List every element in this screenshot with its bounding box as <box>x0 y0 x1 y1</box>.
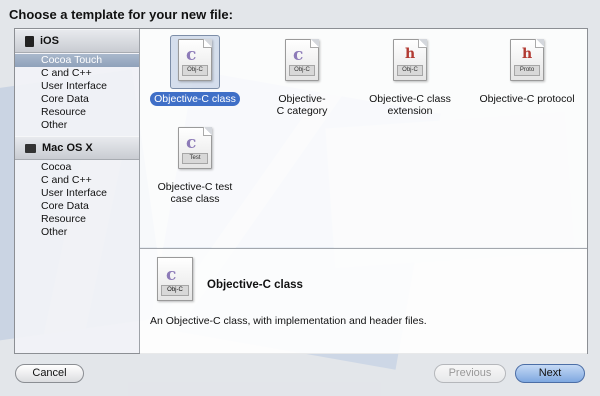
detail-template-description: An Objective-C class, with implementatio… <box>150 315 427 327</box>
template-detail-pane: c Obj-C Objective-C class An Objective-C… <box>140 248 587 354</box>
sidebar-item-user-interface[interactable]: User Interface <box>15 80 139 93</box>
platform-sidebar: iOS Cocoa Touch C and C++ User Interface… <box>15 29 140 353</box>
sidebar-item-core-data[interactable]: Core Data <box>15 93 139 106</box>
sidebar-item-cocoa-touch[interactable]: Cocoa Touch <box>15 54 139 67</box>
template-objective-c-test-case-class[interactable]: c Test Objective-C test case class <box>143 123 247 206</box>
template-label: Objective-C class <box>150 92 240 106</box>
sidebar-group-mac-os-x[interactable]: Mac OS X <box>15 136 139 160</box>
template-chooser-sheet: Choose a template for your new file: iOS… <box>0 0 600 396</box>
dialog-title: Choose a template for your new file: <box>9 7 233 22</box>
sidebar-item-user-interface[interactable]: User Interface <box>15 187 139 200</box>
previous-button[interactable]: Previous <box>434 364 506 383</box>
template-objective-c-protocol[interactable]: h Proto Objective-C protocol <box>468 35 586 106</box>
sidebar-item-cocoa[interactable]: Cocoa <box>15 161 139 174</box>
template-label: Objective-C category <box>276 93 328 117</box>
sidebar-item-other[interactable]: Other <box>15 119 139 132</box>
template-label: Objective-C protocol <box>479 93 575 105</box>
objc-test-file-icon: c Test <box>178 127 212 169</box>
template-label: Objective-C class extension <box>369 93 451 117</box>
objc-category-file-icon: c Obj-C <box>285 39 319 81</box>
sidebar-group-ios[interactable]: iOS <box>15 29 139 53</box>
cancel-button[interactable]: Cancel <box>15 364 84 383</box>
sidebar-group-label: Mac OS X <box>42 142 93 154</box>
objc-protocol-file-icon: h Proto <box>510 39 544 81</box>
template-browser: iOS Cocoa Touch C and C++ User Interface… <box>14 28 588 354</box>
sidebar-item-c-and-cpp[interactable]: C and C++ <box>15 174 139 187</box>
template-objective-c-class-extension[interactable]: h Obj-C Objective-C class extension <box>358 35 462 118</box>
detail-template-name: Objective-C class <box>207 279 303 291</box>
objc-class-file-icon: c Obj-C <box>178 39 212 81</box>
sidebar-group-label: iOS <box>40 35 59 47</box>
objc-extension-file-icon: h Obj-C <box>393 39 427 81</box>
next-button[interactable]: Next <box>515 364 585 383</box>
objc-class-file-icon: c Obj-C <box>157 257 193 301</box>
device-icon <box>25 35 34 47</box>
sidebar-item-resource[interactable]: Resource <box>15 106 139 119</box>
mac-icon <box>25 143 36 153</box>
sidebar-item-resource[interactable]: Resource <box>15 213 139 226</box>
template-label: Objective-C test case class <box>157 181 233 205</box>
sidebar-item-other[interactable]: Other <box>15 226 139 239</box>
template-objective-c-category[interactable]: c Obj-C Objective-C category <box>250 35 354 118</box>
sidebar-item-core-data[interactable]: Core Data <box>15 200 139 213</box>
template-grid: c Obj-C Objective-C class c Obj-C Object… <box>140 29 587 247</box>
template-objective-c-class[interactable]: c Obj-C Objective-C class <box>143 35 247 106</box>
sidebar-item-c-and-cpp[interactable]: C and C++ <box>15 67 139 80</box>
